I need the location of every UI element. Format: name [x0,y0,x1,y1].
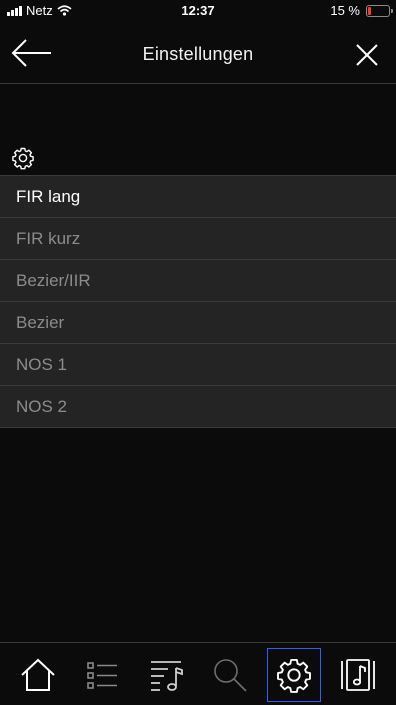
search-icon [214,659,247,692]
close-button[interactable] [354,42,380,68]
screen: Netz 12:37 15 % Einstellungen FIR lang F… [0,0,396,705]
status-bar: Netz 12:37 15 % [0,0,396,22]
filter-option[interactable]: NOS 2 [0,386,396,428]
status-right: 15 % [330,3,393,18]
filter-list: FIR lang FIR kurz Bezier/IIR Bezier NOS 1 NOS… [0,175,396,428]
filter-option[interactable]: NOS 1 [0,344,396,386]
tab-search[interactable] [204,649,256,701]
list-icon [87,662,117,689]
playlist-icon [151,661,183,691]
tab-home[interactable] [12,649,64,701]
navigation-header: Einstellungen [0,22,396,84]
tab-playlist[interactable] [140,649,192,701]
tab-bar [0,642,396,705]
tab-settings[interactable] [267,648,321,702]
filter-option[interactable]: Bezier [0,302,396,344]
gear-icon [12,147,34,170]
battery-percent: 15 % [330,3,360,18]
gear-icon [277,659,311,693]
now-playing-icon [341,659,375,691]
section-header [11,146,35,170]
filter-option[interactable]: FIR lang [0,176,396,218]
tab-now-playing[interactable] [332,649,384,701]
filter-option[interactable]: Bezier/IIR [0,260,396,302]
tab-list[interactable] [76,649,128,701]
page-title: Einstellungen [142,44,254,64]
filter-option[interactable]: FIR kurz [0,218,396,260]
close-icon [356,44,378,66]
battery-icon [366,4,393,17]
home-icon [21,658,55,691]
battery-level [368,6,371,15]
